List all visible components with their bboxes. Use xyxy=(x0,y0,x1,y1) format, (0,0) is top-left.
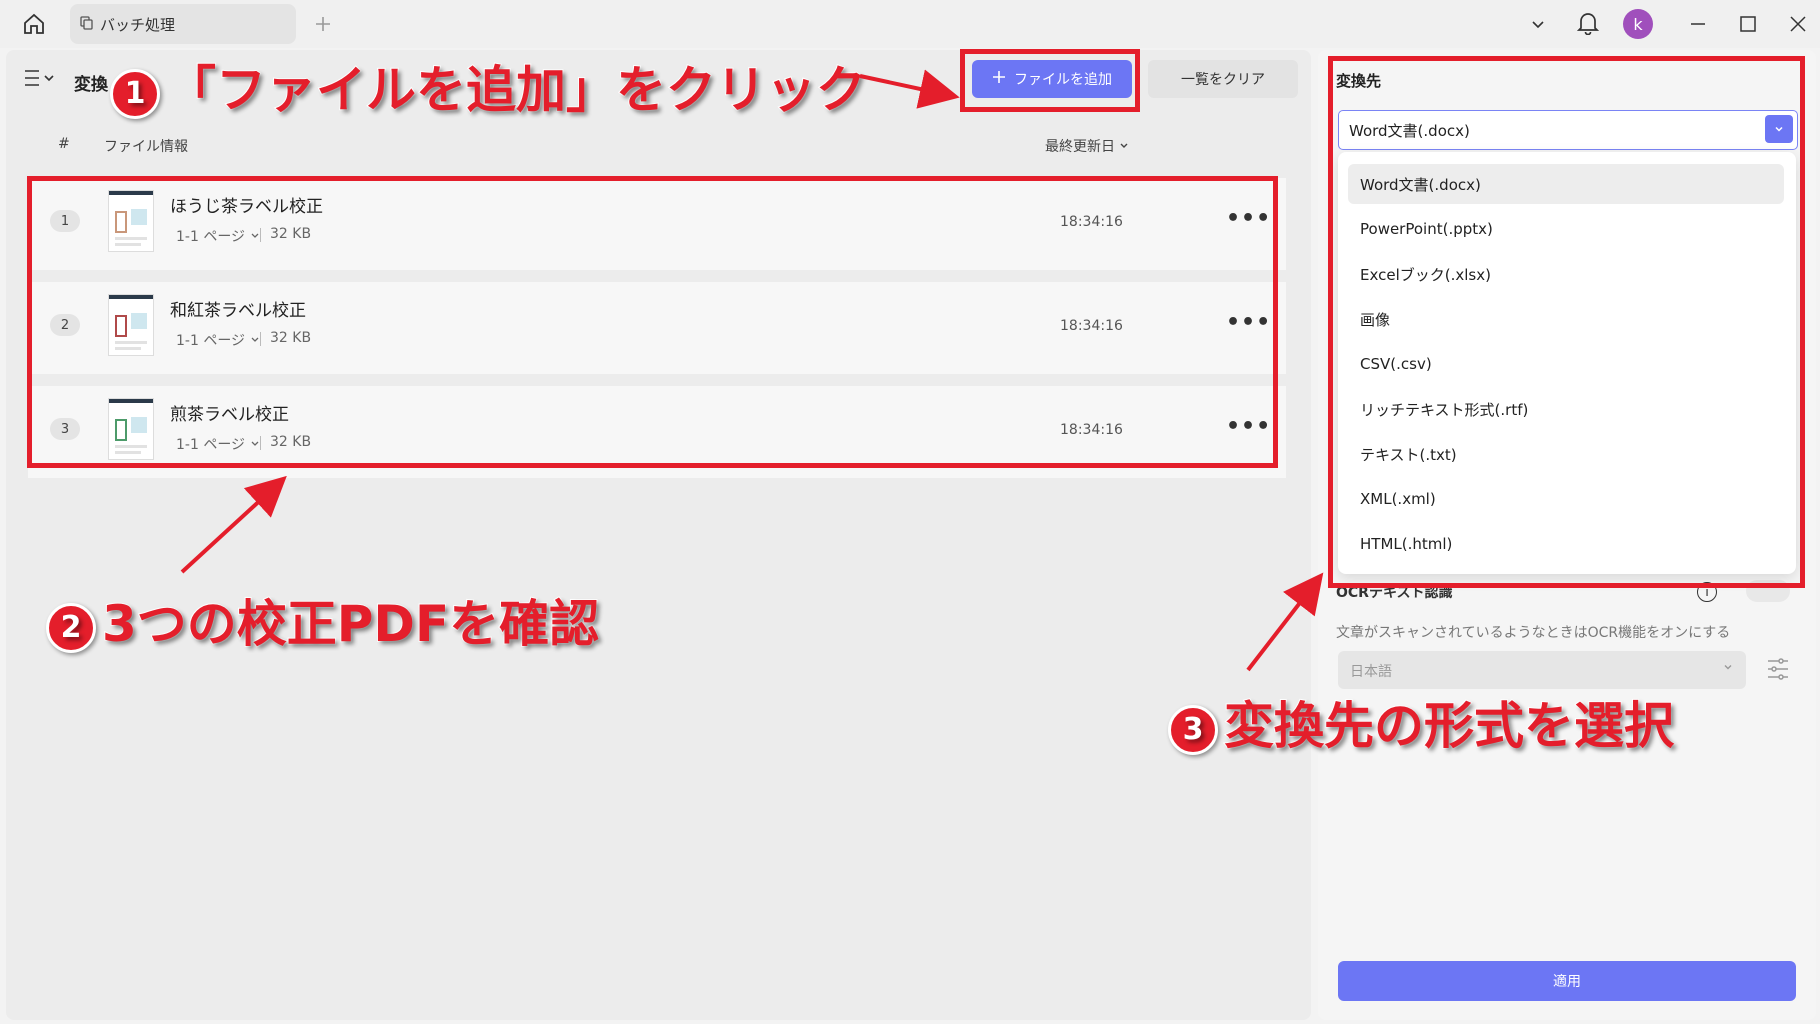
annotation-arrow-step1 xyxy=(859,69,960,109)
annotation-arrows xyxy=(180,69,1324,672)
annotation-arrow-step2 xyxy=(180,475,287,574)
annotation-arrow-step3 xyxy=(1246,572,1324,672)
